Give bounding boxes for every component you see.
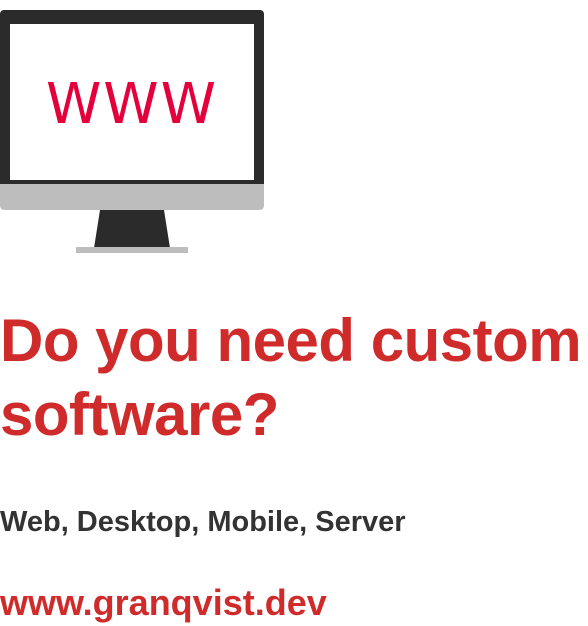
monitor-chin (0, 184, 264, 210)
monitor-icon: WWW (0, 10, 264, 254)
monitor-stand (94, 210, 170, 248)
monitor-base (76, 247, 188, 253)
website-url[interactable]: www.granqvist.dev (0, 582, 327, 624)
services-subline: Web, Desktop, Mobile, Server (0, 506, 406, 538)
headline: Do you need custom software? (0, 307, 582, 448)
screen-www-text: WWW (45, 71, 219, 137)
